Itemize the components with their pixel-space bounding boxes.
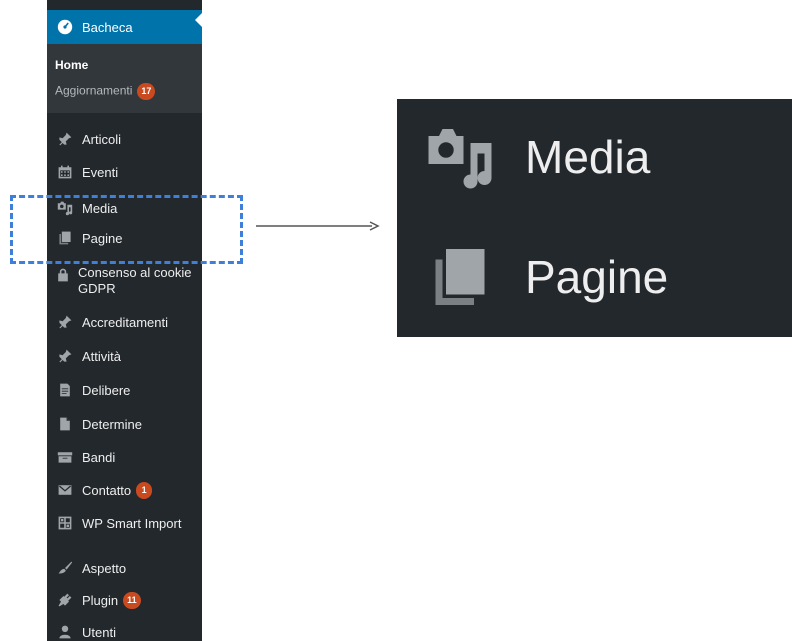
brush-icon	[55, 558, 75, 578]
menu-label-dashboard: Bacheca	[82, 19, 133, 35]
menu-label-wp-smart-import: WP Smart Import	[82, 515, 182, 531]
page-icon	[55, 414, 75, 434]
grid-icon	[55, 513, 75, 533]
dashboard-submenu: Home Aggiornamenti 17	[47, 44, 202, 113]
menu-item-contatto[interactable]: Contatto 1	[47, 478, 202, 502]
menu-label-delibere: Delibere	[82, 382, 131, 398]
menu-label-bandi: Bandi	[82, 449, 116, 465]
zoom-label-pagine: Pagine	[525, 251, 669, 303]
archive-icon	[55, 447, 75, 467]
calendar-icon	[55, 162, 75, 182]
menu-label-determine: Determine	[82, 416, 142, 432]
menu-item-attivita[interactable]: Attività	[47, 344, 202, 368]
menu-label-plugin: Plugin	[82, 592, 119, 608]
plugin-icon	[55, 590, 75, 610]
highlight-box	[10, 195, 243, 264]
zoom-item-media: Media	[397, 107, 792, 207]
menu-item-accreditamenti[interactable]: Accreditamenti	[47, 310, 202, 334]
active-indicator	[195, 13, 202, 27]
document-icon	[55, 380, 75, 400]
menu-label-consenso-cookie: Consenso al cookie GDPR	[78, 265, 192, 296]
zoom-label-media: Media	[525, 131, 651, 183]
menu-item-consenso-cookie[interactable]: Consenso al cookie GDPR	[47, 263, 202, 303]
pages-icon	[425, 242, 495, 312]
menu-label-accreditamenti: Accreditamenti	[82, 314, 168, 330]
users-icon	[55, 622, 75, 641]
contatto-count-badge: 1	[136, 481, 153, 499]
menu-item-utenti[interactable]: Utenti	[47, 620, 202, 641]
admin-sidebar: Bacheca Home Aggiornamenti 17 Articoli Ev…	[47, 0, 202, 641]
updates-count-badge: 17	[137, 83, 156, 100]
menu-item-plugin[interactable]: Plugin 11	[47, 588, 202, 612]
menu-item-dashboard[interactable]: Bacheca	[47, 10, 202, 44]
lock-icon	[55, 265, 71, 285]
menu-item-bandi[interactable]: Bandi	[47, 445, 202, 469]
menu-item-delibere[interactable]: Delibere	[47, 378, 202, 402]
menu-item-wp-smart-import[interactable]: WP Smart Import	[47, 511, 202, 535]
menu-label-eventi: Eventi	[82, 164, 119, 180]
pushpin-icon	[55, 129, 75, 149]
plugin-count-badge: 11	[123, 591, 141, 609]
zoom-item-pagine: Pagine	[397, 227, 792, 327]
email-icon	[55, 480, 75, 500]
pushpin-icon	[55, 312, 75, 332]
menu-label-contatto: Contatto	[82, 482, 132, 498]
menu-label-aspetto: Aspetto	[82, 560, 127, 576]
menu-label-utenti: Utenti	[82, 624, 116, 640]
zoom-panel: Media Pagine	[397, 99, 792, 337]
submenu-item-home[interactable]: Home	[55, 58, 88, 72]
menu-label-attivita: Attività	[82, 348, 122, 364]
menu-label-articoli: Articoli	[82, 131, 122, 147]
menu-item-aspetto[interactable]: Aspetto	[47, 556, 202, 580]
pushpin-icon	[55, 346, 75, 366]
menu-item-eventi[interactable]: Eventi	[47, 160, 202, 184]
arrow-connector	[256, 221, 380, 231]
submenu-item-updates[interactable]: Aggiornamenti 17	[55, 83, 156, 100]
dashboard-icon	[55, 17, 75, 37]
media-icon	[425, 122, 495, 192]
submenu-label-updates: Aggiornamenti	[55, 83, 133, 98]
menu-item-determine[interactable]: Determine	[47, 412, 202, 436]
menu-item-articoli[interactable]: Articoli	[47, 127, 202, 151]
